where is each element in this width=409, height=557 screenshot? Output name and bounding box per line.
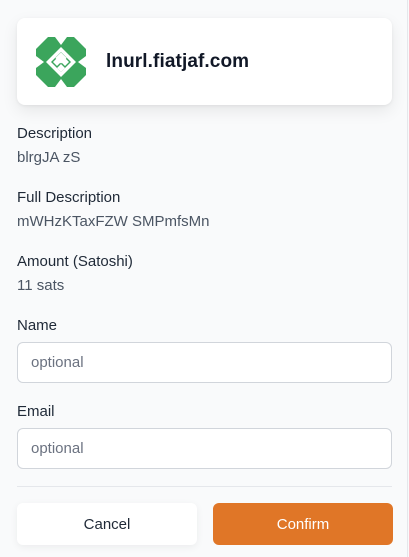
- description-value: blrgJA zS: [17, 149, 81, 166]
- name-label: Name: [17, 317, 58, 334]
- identicon-logo-icon: [36, 36, 86, 87]
- divider: [17, 486, 392, 487]
- description-label: Description: [17, 125, 93, 142]
- amount-label: Amount (Satoshi): [17, 253, 133, 270]
- lnurl-pay-prompt: lnurl.fiatjaf.com Description blrgJA zS …: [0, 0, 408, 557]
- email-input[interactable]: [17, 428, 392, 469]
- amount-value: 11 sats: [17, 277, 65, 294]
- publisher-domain: lnurl.fiatjaf.com: [106, 50, 250, 72]
- publisher-card: lnurl.fiatjaf.com: [17, 18, 392, 105]
- full-description-value: mWHzKTaxFZW SMPmfsMn: [17, 213, 210, 230]
- confirm-button[interactable]: Confirm: [213, 503, 393, 545]
- name-input[interactable]: [17, 342, 392, 383]
- email-label: Email: [17, 403, 55, 420]
- full-description-label: Full Description: [17, 189, 121, 206]
- cancel-button[interactable]: Cancel: [17, 503, 197, 545]
